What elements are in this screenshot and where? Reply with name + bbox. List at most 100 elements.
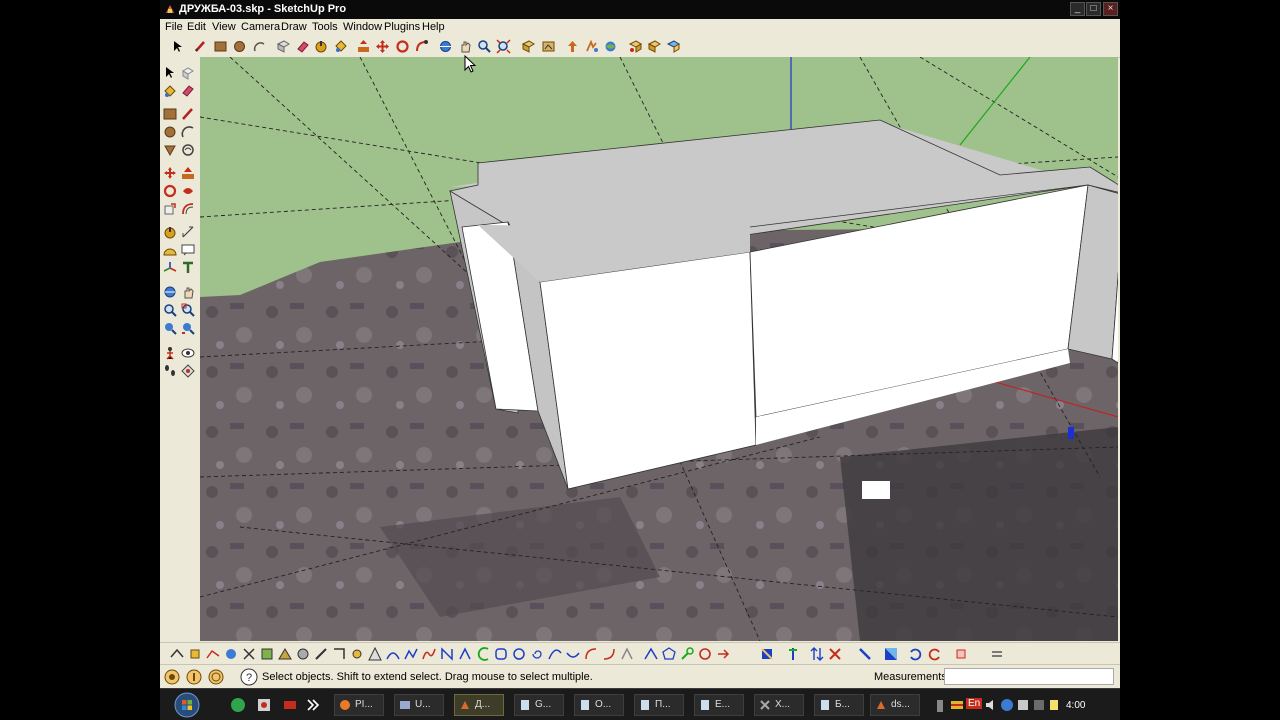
look-around-icon[interactable] <box>181 346 195 360</box>
make-component-icon[interactable] <box>276 39 291 54</box>
more-icon[interactable] <box>306 697 320 713</box>
task-o[interactable]: O... <box>574 694 624 716</box>
circle-icon[interactable] <box>232 39 247 54</box>
quicklaunch-3-icon[interactable] <box>282 697 298 713</box>
curve-tool-3-icon[interactable] <box>422 647 436 661</box>
tray-app-2-icon[interactable] <box>1032 698 1046 712</box>
rotate-tool-icon[interactable] <box>698 647 712 661</box>
tool-6-icon[interactable] <box>260 647 274 661</box>
quicklaunch-2-icon[interactable] <box>256 697 272 713</box>
flip-edge-icon[interactable] <box>242 647 256 661</box>
zoom-window-icon[interactable] <box>181 303 195 317</box>
add-detail-icon[interactable] <box>224 647 238 661</box>
task-u[interactable]: U... <box>394 694 444 716</box>
position-camera-icon[interactable] <box>584 39 599 54</box>
pan-icon[interactable] <box>458 39 473 54</box>
curve-tool-5-icon[interactable] <box>458 647 472 661</box>
menu-camera[interactable]: Camera <box>241 21 280 33</box>
previous-view-icon[interactable] <box>521 39 536 54</box>
menu-draw[interactable]: Draw <box>281 21 307 33</box>
polygon-icon[interactable] <box>163 143 177 157</box>
push-pull-icon[interactable] <box>356 39 371 54</box>
freehand-icon[interactable] <box>181 143 195 157</box>
menu-view[interactable]: View <box>212 21 236 33</box>
arc-icon[interactable] <box>181 125 195 139</box>
close-button[interactable]: × <box>1103 2 1118 16</box>
diagonal-tool-icon[interactable] <box>858 647 872 661</box>
previous-icon[interactable] <box>181 321 195 335</box>
menu-file[interactable]: File <box>165 21 183 33</box>
menu-window[interactable]: Window <box>343 21 382 33</box>
text-icon[interactable] <box>181 243 195 257</box>
orbit-icon[interactable] <box>438 39 453 54</box>
undo-tool-icon[interactable] <box>908 647 922 661</box>
follow-me-icon[interactable] <box>414 39 429 54</box>
tool-8-icon[interactable] <box>296 647 310 661</box>
curve-tool-6-icon[interactable] <box>548 647 562 661</box>
network-icon[interactable] <box>1000 698 1014 712</box>
curve-tool-4-icon[interactable] <box>440 647 454 661</box>
menu-tools[interactable]: Tools <box>312 21 338 33</box>
pan-icon[interactable] <box>181 285 195 299</box>
refresh-icon[interactable] <box>990 647 1004 661</box>
move-icon[interactable] <box>375 39 390 54</box>
tool-last-icon[interactable] <box>954 647 968 661</box>
zoom-icon[interactable] <box>477 39 492 54</box>
stamp-icon[interactable] <box>188 647 202 661</box>
scale-icon[interactable] <box>163 202 177 216</box>
menu-plugins[interactable]: Plugins <box>384 21 420 33</box>
volume-icon[interactable] <box>984 698 998 712</box>
share-model-icon[interactable] <box>628 39 643 54</box>
user-icon[interactable] <box>208 669 224 685</box>
rotate-icon[interactable] <box>163 184 177 198</box>
align-icon[interactable] <box>760 647 774 661</box>
credits-icon[interactable] <box>186 669 202 685</box>
task-p[interactable]: П... <box>634 694 684 716</box>
look-around-icon[interactable] <box>565 39 580 54</box>
move-icon[interactable] <box>163 166 177 180</box>
redo-tool-icon[interactable] <box>928 647 942 661</box>
eraser-icon[interactable] <box>295 39 310 54</box>
curve-tool-1-icon[interactable] <box>386 647 400 661</box>
curve-tool-8-icon[interactable] <box>584 647 598 661</box>
tool-11-icon[interactable] <box>350 647 364 661</box>
walk-icon[interactable] <box>541 39 556 54</box>
get-models-icon[interactable] <box>603 39 618 54</box>
tape-measure-icon[interactable] <box>314 39 329 54</box>
select-icon[interactable] <box>163 66 177 80</box>
rectangle-icon[interactable] <box>213 39 228 54</box>
dimension-icon[interactable] <box>181 225 195 239</box>
arrow-tool-icon[interactable] <box>716 647 730 661</box>
tool-7-icon[interactable] <box>278 647 292 661</box>
help-icon[interactable]: ? <box>240 668 258 686</box>
walk-icon[interactable] <box>163 364 177 378</box>
task-ds[interactable]: ds... <box>870 694 920 716</box>
send-to-layout-icon[interactable] <box>647 39 662 54</box>
rectangle-icon[interactable] <box>163 107 177 121</box>
position-camera-icon[interactable] <box>163 346 177 360</box>
start-button-icon[interactable] <box>174 692 200 718</box>
curve-tool-11-icon[interactable] <box>644 647 658 661</box>
task-pi[interactable]: PI... <box>334 694 384 716</box>
wrench-icon[interactable] <box>680 647 694 661</box>
task-sketchup[interactable]: Д... <box>454 694 504 716</box>
rotate-icon[interactable] <box>395 39 410 54</box>
make-component-icon[interactable] <box>181 66 195 80</box>
pencil-icon[interactable] <box>193 39 208 54</box>
geo-location-icon[interactable] <box>164 669 180 685</box>
mirror-tool-icon[interactable] <box>884 647 898 661</box>
paint-bucket-icon[interactable] <box>163 84 177 98</box>
minimize-button[interactable]: _ <box>1070 2 1085 16</box>
tray-toggle-icon[interactable] <box>936 699 944 713</box>
tool-red-icon[interactable] <box>828 647 842 661</box>
eraser-icon[interactable] <box>181 84 195 98</box>
task-b[interactable]: Б... <box>814 694 864 716</box>
menu-edit[interactable]: Edit <box>187 21 206 33</box>
push-pull-icon[interactable] <box>181 166 195 180</box>
curve-tool-2-icon[interactable] <box>404 647 418 661</box>
section-plane-icon[interactable] <box>181 364 195 378</box>
task-x[interactable]: X... <box>754 694 804 716</box>
spiral-tool-icon[interactable] <box>530 647 544 661</box>
axes-icon[interactable] <box>163 261 177 275</box>
polygon-tool-icon[interactable] <box>662 647 676 661</box>
